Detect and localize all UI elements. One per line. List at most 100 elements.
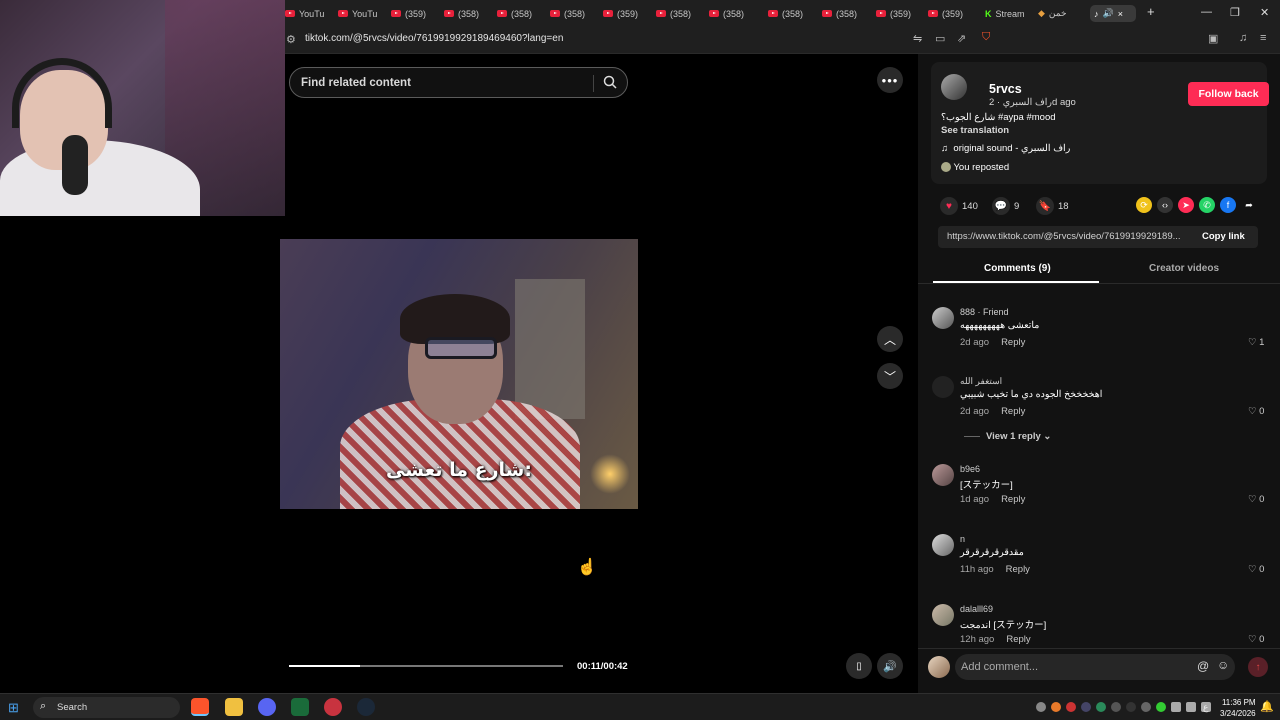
- see-translation-link[interactable]: See translation: [941, 125, 1009, 136]
- repost-icon[interactable]: ⟳: [1136, 197, 1152, 213]
- browser-tab[interactable]: (358): [444, 5, 486, 22]
- share-icon[interactable]: ⇗: [957, 32, 966, 45]
- mention-icon[interactable]: @: [1197, 659, 1209, 673]
- send-to-friends-icon[interactable]: ➤: [1178, 197, 1194, 213]
- emoji-icon[interactable]: ☺: [1217, 658, 1229, 672]
- heart-outline-icon[interactable]: ♡: [1248, 406, 1257, 417]
- url-field[interactable]: tiktok.com/@5rvcs/video/7619919929189469…: [305, 33, 563, 44]
- browser-tab[interactable]: YouTu: [338, 5, 380, 22]
- add-comment-input[interactable]: Add comment... @ ☺: [955, 654, 1235, 680]
- speaker-icon[interactable]: 🔊: [1103, 8, 1114, 19]
- menu-icon[interactable]: ≡: [1260, 32, 1266, 44]
- language-indicator[interactable]: ع: [1203, 702, 1208, 713]
- browser-tab[interactable]: (358): [497, 5, 539, 22]
- minimize-button[interactable]: —: [1201, 6, 1212, 18]
- like-stat[interactable]: ♥ 140: [940, 197, 978, 215]
- tab-creator-videos[interactable]: Creator videos: [1149, 263, 1219, 274]
- comment-like[interactable]: ♡ 0: [1248, 634, 1264, 645]
- browser-tab[interactable]: (359): [876, 5, 918, 22]
- xbox-icon[interactable]: [291, 698, 309, 716]
- comment-avatar[interactable]: [932, 376, 954, 398]
- comment-stat[interactable]: 💬 9: [992, 197, 1019, 215]
- browser-tab[interactable]: (358): [656, 5, 698, 22]
- follow-back-button[interactable]: Follow back: [1188, 82, 1269, 106]
- reply-button[interactable]: Reply: [1001, 406, 1025, 417]
- heart-outline-icon[interactable]: ♡: [1248, 494, 1257, 505]
- site-settings-icon[interactable]: ⚙: [286, 33, 296, 46]
- comment-like[interactable]: ♡ 1: [1248, 337, 1264, 348]
- related-search-box[interactable]: Find related content: [289, 67, 628, 98]
- browser-tab[interactable]: (359): [391, 5, 433, 22]
- close-tab-button[interactable]: ×: [1118, 9, 1123, 19]
- browser-tab[interactable]: (358): [822, 5, 864, 22]
- whatsapp-icon[interactable]: ✆: [1199, 197, 1215, 213]
- more-options-button[interactable]: •••: [877, 67, 903, 93]
- tray-app-icon[interactable]: [1156, 702, 1166, 712]
- comment-author[interactable]: استغفر الله: [960, 376, 1002, 387]
- comment-icon[interactable]: 💬: [992, 197, 1010, 215]
- comment-author[interactable]: b9e6: [960, 464, 980, 474]
- browser-tab[interactable]: (359): [928, 5, 970, 22]
- video-player[interactable]: شارع ما تعشى:: [280, 239, 638, 509]
- browser-tab[interactable]: (358): [709, 5, 751, 22]
- maximize-button[interactable]: ❐: [1230, 6, 1240, 19]
- taskbar-clock[interactable]: 11:36 PM 3/24/2026: [1220, 697, 1256, 719]
- volume-button[interactable]: 🔊: [877, 653, 903, 679]
- tray-app-icon[interactable]: [1111, 702, 1121, 712]
- share-arrow-icon[interactable]: ➦: [1241, 197, 1257, 213]
- media-icon[interactable]: ♫: [1239, 32, 1247, 44]
- browser-tab[interactable]: (358): [768, 5, 810, 22]
- tab-comments[interactable]: Comments (9): [984, 263, 1051, 274]
- heart-icon[interactable]: ♥: [940, 197, 958, 215]
- taskbar-search[interactable]: ⌕ Search: [33, 697, 180, 718]
- cast-icon[interactable]: ▭: [935, 32, 945, 45]
- tray-app-icon[interactable]: [1141, 702, 1151, 712]
- obs-icon[interactable]: [324, 698, 342, 716]
- autoscroll-button[interactable]: ▯: [846, 653, 872, 679]
- browser-tab[interactable]: K Stream: [985, 5, 1025, 22]
- browser-tab[interactable]: YouTu: [285, 5, 327, 22]
- network-icon[interactable]: [1171, 702, 1181, 712]
- windows-start-icon[interactable]: ⊞: [8, 700, 19, 716]
- tray-app-icon[interactable]: [1051, 702, 1061, 712]
- sound-link[interactable]: ♫ original sound - راف السبري: [941, 143, 1070, 154]
- comment-avatar[interactable]: [932, 307, 954, 329]
- video-progress-bar[interactable]: [289, 665, 563, 667]
- previous-video-button[interactable]: ︿: [877, 326, 903, 352]
- browser-tab[interactable]: (358): [550, 5, 592, 22]
- comment-author[interactable]: n: [960, 534, 965, 544]
- comment-like[interactable]: ♡ 0: [1248, 406, 1264, 417]
- comment-like[interactable]: ♡ 0: [1248, 564, 1264, 575]
- translate-icon[interactable]: ⇋: [913, 32, 922, 45]
- close-window-button[interactable]: ✕: [1260, 6, 1269, 19]
- tray-app-icon[interactable]: [1126, 702, 1136, 712]
- copy-link-button[interactable]: Copy link: [1202, 231, 1245, 242]
- bookmark-icon[interactable]: 🔖: [1036, 197, 1054, 215]
- tab-tiktok-active[interactable]: ♪ 🔊 ×: [1090, 5, 1136, 22]
- share-link-url[interactable]: https://www.tiktok.com/@5rvcs/video/7619…: [947, 231, 1187, 242]
- heart-outline-icon[interactable]: ♡: [1248, 634, 1257, 645]
- tray-app-icon[interactable]: [1066, 702, 1076, 712]
- new-tab-button[interactable]: +: [1147, 4, 1155, 19]
- browser-tab[interactable]: (359): [603, 5, 645, 22]
- reply-button[interactable]: Reply: [1006, 564, 1030, 575]
- brave-shield-icon[interactable]: ⛉: [982, 31, 990, 44]
- search-icon[interactable]: [603, 75, 617, 89]
- cloud-icon[interactable]: [1036, 702, 1046, 712]
- save-stat[interactable]: 🔖 18: [1036, 197, 1069, 215]
- next-video-button[interactable]: ﹀: [877, 363, 903, 389]
- reply-button[interactable]: Reply: [1001, 337, 1025, 348]
- speaker-icon[interactable]: [1186, 702, 1196, 712]
- related-search-placeholder[interactable]: Find related content: [301, 77, 411, 89]
- comment-author[interactable]: 888 · Friend: [960, 307, 1009, 317]
- tray-app-icon[interactable]: [1096, 702, 1106, 712]
- brave-browser-icon[interactable]: [191, 698, 209, 716]
- comment-like[interactable]: ♡ 0: [1248, 494, 1264, 505]
- comment-author[interactable]: dalalll69: [960, 604, 993, 614]
- view-replies-button[interactable]: View 1 reply ⌄: [964, 431, 1051, 442]
- discord-icon[interactable]: [258, 698, 276, 716]
- send-comment-button[interactable]: ↑: [1248, 657, 1268, 677]
- browser-tab[interactable]: ◆ خمن: [1038, 5, 1078, 22]
- heart-outline-icon[interactable]: ♡: [1248, 337, 1257, 348]
- comment-avatar[interactable]: [932, 534, 954, 556]
